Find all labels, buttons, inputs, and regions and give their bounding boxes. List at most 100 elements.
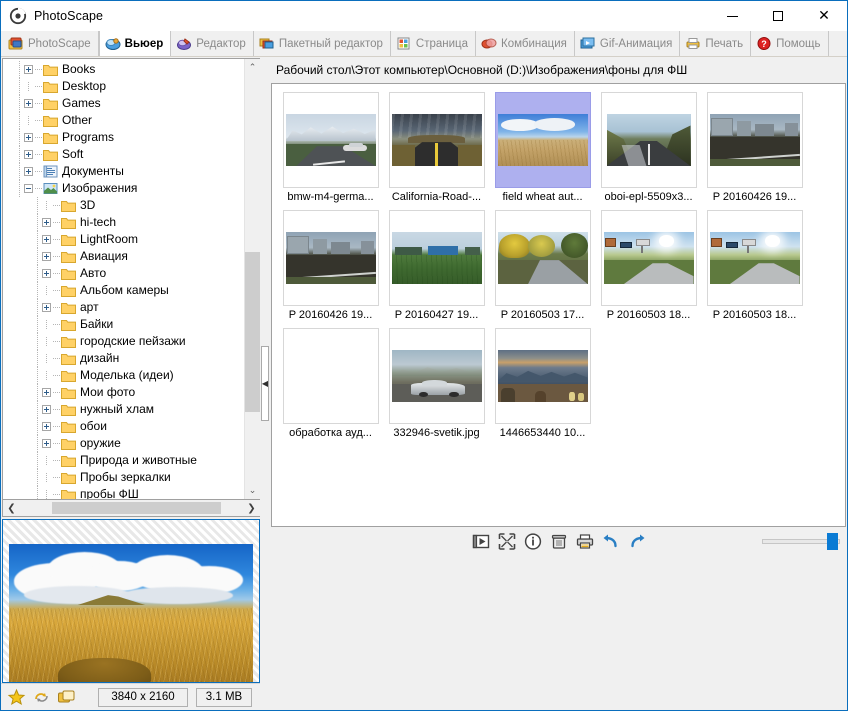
thumbnail-image[interactable] (495, 328, 591, 424)
tree-node[interactable]: Programs (3, 129, 244, 146)
tree-node[interactable]: Документы (3, 163, 244, 180)
thumbnail-item[interactable]: P 20160503 18... (596, 210, 701, 328)
tree-node[interactable]: Изображения (3, 180, 244, 197)
thumbnail-image[interactable] (707, 92, 803, 188)
tree-node[interactable]: Desktop (3, 78, 244, 95)
expand-node-icon[interactable] (42, 269, 51, 278)
tab-batch-editor[interactable]: Пакетный редактор (254, 31, 391, 56)
expand-node-icon[interactable] (42, 235, 51, 244)
thumbnail-item[interactable]: California-Road-... (384, 92, 489, 210)
thumbnail-item[interactable]: обработка ауд... (278, 328, 383, 446)
favorite-star-icon[interactable] (7, 688, 26, 707)
expand-node-icon[interactable] (24, 99, 33, 108)
maximize-button[interactable] (755, 1, 801, 31)
scroll-left-arrow[interactable]: ❮ (3, 500, 20, 516)
expand-node-icon[interactable] (24, 167, 33, 176)
tab-help[interactable]: ? Помощь (751, 31, 828, 56)
tab-gif-animation[interactable]: Gif-Анимация (575, 31, 681, 56)
tree-node[interactable]: Пробы зеркалки (3, 469, 244, 486)
thumbnail-image[interactable] (495, 210, 591, 306)
tree-node[interactable]: hi-tech (3, 214, 244, 231)
tree-node[interactable]: Авто (3, 265, 244, 282)
tree-node[interactable]: Природа и животные (3, 452, 244, 469)
tree-node[interactable]: оружие (3, 435, 244, 452)
thumbnail-image[interactable] (389, 92, 485, 188)
tab-viewer[interactable]: Вьюер (99, 31, 172, 56)
breadcrumb[interactable]: Рабочий стол\Этот компьютер\Основной (D:… (270, 57, 846, 83)
tree-node[interactable]: обои (3, 418, 244, 435)
tab-combine[interactable]: Комбинация (476, 31, 575, 56)
expand-node-icon[interactable] (42, 218, 51, 227)
fullscreen-icon[interactable] (497, 532, 516, 551)
tree-hscroll-thumb[interactable] (52, 502, 221, 514)
preview-pane[interactable] (2, 519, 260, 683)
thumbnail-image[interactable] (601, 210, 697, 306)
thumbnail-item[interactable]: P 20160426 19... (278, 210, 383, 328)
thumbnail-image[interactable] (389, 210, 485, 306)
undo-icon[interactable] (601, 532, 620, 551)
slideshow-icon[interactable] (471, 532, 490, 551)
thumbnail-item[interactable]: bmw-m4-germa... (278, 92, 383, 210)
tree-node[interactable]: нужный хлам (3, 401, 244, 418)
folder-tree-list[interactable]: BooksDesktopGamesOtherProgramsSoftДокуме… (3, 59, 244, 499)
tree-node[interactable]: Моделька (идеи) (3, 367, 244, 384)
thumbnail-image[interactable] (283, 328, 379, 424)
tab-print[interactable]: Печать (680, 31, 751, 56)
thumbnail-item[interactable]: 1446653440 10... (490, 328, 595, 446)
tree-horizontal-scrollbar[interactable]: ❮ ❯ (2, 500, 260, 517)
collapse-node-icon[interactable] (24, 184, 33, 193)
expand-node-icon[interactable] (42, 388, 51, 397)
tree-node[interactable]: Books (3, 61, 244, 78)
rotate-icon[interactable] (32, 688, 51, 707)
thumbnail-item[interactable]: P 20160427 19... (384, 210, 489, 328)
tree-node[interactable]: Games (3, 95, 244, 112)
expand-node-icon[interactable] (42, 439, 51, 448)
tree-node[interactable]: пробы ФШ (3, 486, 244, 499)
zoom-slider[interactable] (762, 532, 840, 551)
tree-scroll-track[interactable] (245, 76, 261, 482)
thumbnail-image[interactable] (283, 210, 379, 306)
thumbnail-item[interactable]: oboi-epl-5509x3... (596, 92, 701, 210)
compare-icon[interactable] (57, 688, 76, 707)
tree-node[interactable]: Soft (3, 146, 244, 163)
tree-node[interactable]: Альбом камеры (3, 282, 244, 299)
tree-node[interactable]: Мои фото (3, 384, 244, 401)
expand-node-icon[interactable] (42, 252, 51, 261)
close-button[interactable]: ✕ (801, 1, 847, 31)
thumbnail-item[interactable]: 332946-svetik.jpg (384, 328, 489, 446)
expand-node-icon[interactable] (24, 133, 33, 142)
info-icon[interactable] (523, 532, 542, 551)
tree-node[interactable]: 3D (3, 197, 244, 214)
thumbnail-browser[interactable]: bmw-m4-germa...California-Road-...field … (271, 83, 846, 527)
scroll-up-arrow[interactable]: ⌃ (245, 59, 261, 76)
tree-node[interactable]: LightRoom (3, 231, 244, 248)
thumbnail-image[interactable] (389, 328, 485, 424)
tab-photoscape[interactable]: PhotoScape (3, 31, 99, 56)
tree-node[interactable]: Байки (3, 316, 244, 333)
thumbnail-image[interactable] (707, 210, 803, 306)
redo-icon[interactable] (627, 532, 646, 551)
thumbnail-item[interactable]: P 20160426 19... (702, 92, 807, 210)
thumbnail-image[interactable] (601, 92, 697, 188)
expand-node-icon[interactable] (42, 303, 51, 312)
tree-node[interactable]: дизайн (3, 350, 244, 367)
tree-node[interactable]: Авиация (3, 248, 244, 265)
thumbnail-item[interactable]: field wheat aut... (490, 92, 595, 210)
tab-editor[interactable]: Редактор (171, 31, 254, 56)
minimize-button[interactable] (709, 1, 755, 31)
tree-hscroll-track[interactable] (20, 500, 243, 516)
expand-node-icon[interactable] (24, 150, 33, 159)
splitter-collapse-button[interactable]: ◀ (261, 346, 269, 421)
thumbnail-image[interactable] (495, 92, 591, 188)
scroll-right-arrow[interactable]: ❯ (243, 500, 260, 516)
thumbnail-image[interactable] (283, 92, 379, 188)
delete-icon[interactable] (549, 532, 568, 551)
tree-node[interactable]: Other (3, 112, 244, 129)
tree-node[interactable]: городские пейзажи (3, 333, 244, 350)
thumbnail-item[interactable]: P 20160503 18... (702, 210, 807, 328)
scroll-down-arrow[interactable]: ⌄ (245, 482, 261, 499)
tab-page[interactable]: Страница (391, 31, 476, 56)
tree-node[interactable]: арт (3, 299, 244, 316)
tree-vertical-scrollbar[interactable]: ⌃ ⌄ (244, 59, 260, 499)
expand-node-icon[interactable] (42, 405, 51, 414)
